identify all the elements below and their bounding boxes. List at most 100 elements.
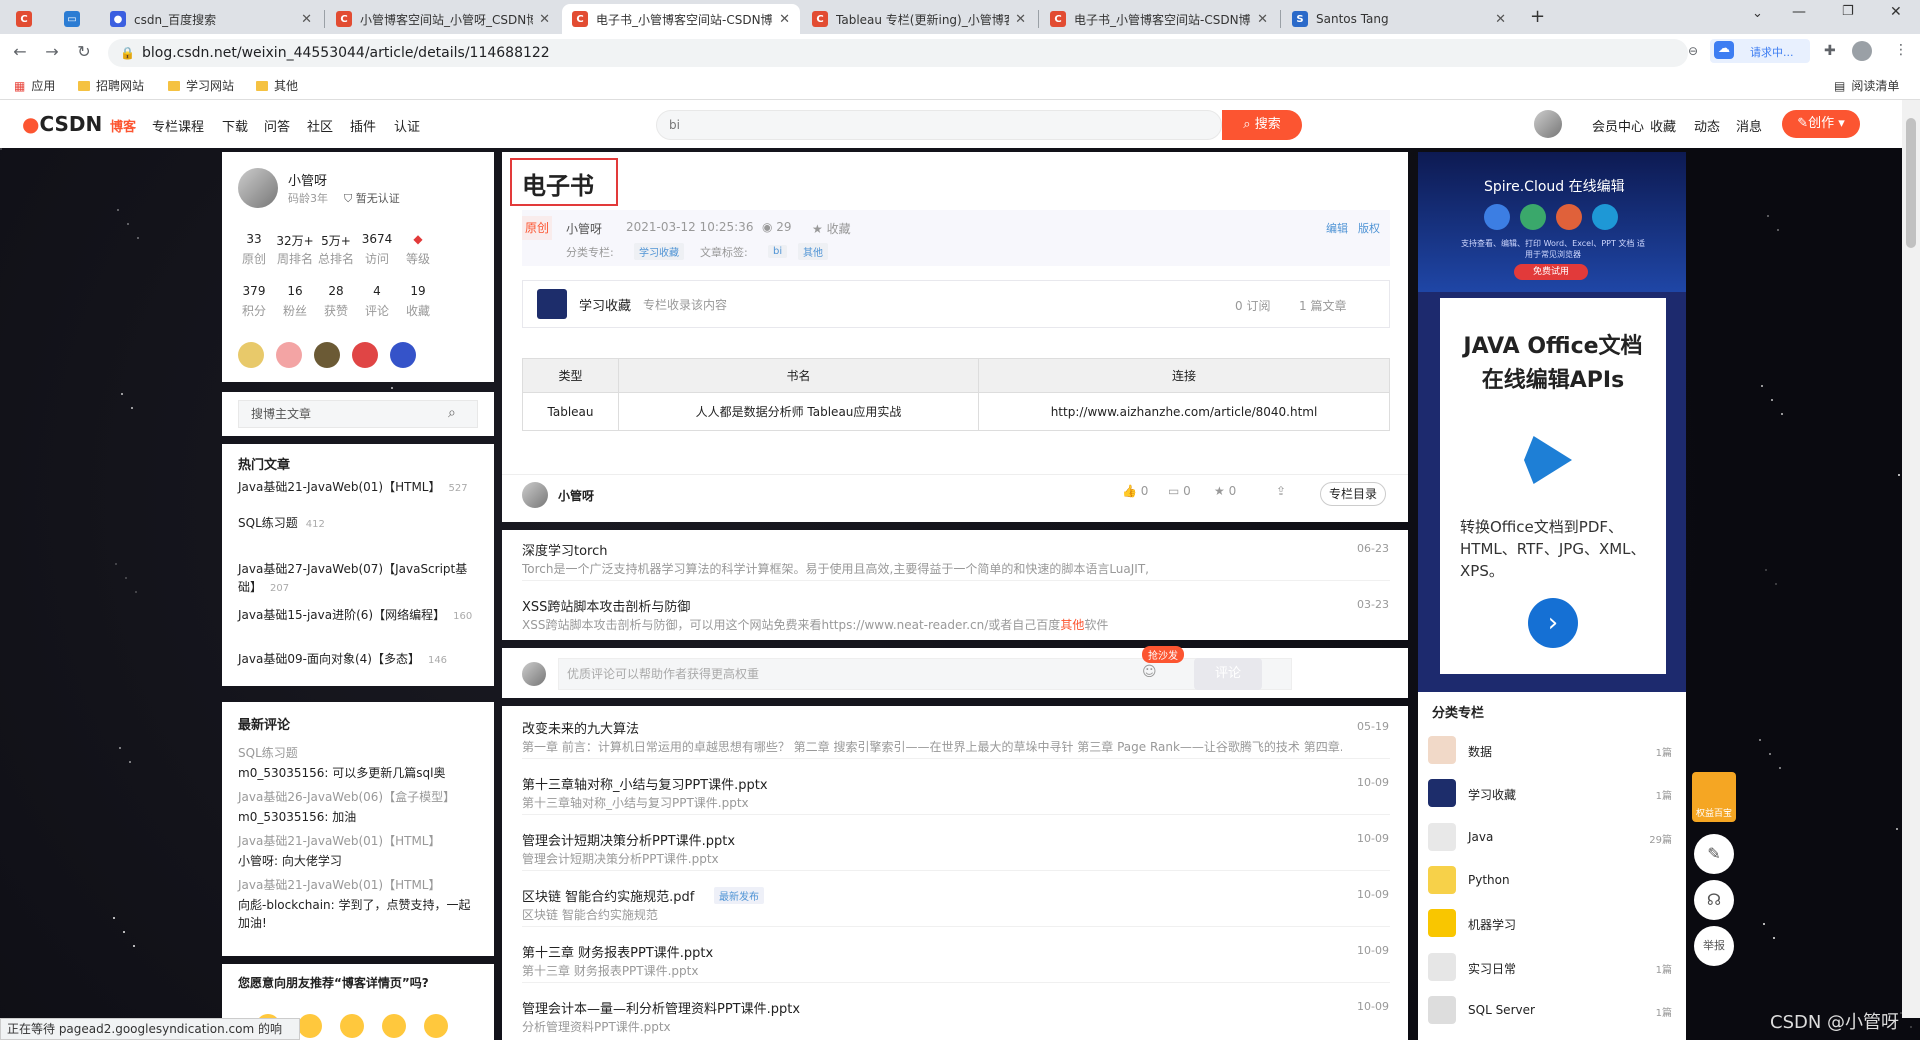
category-item[interactable]: Java 29篇 — [1428, 822, 1672, 853]
create-button[interactable]: ✎创作 ▾ — [1782, 110, 1860, 138]
close-icon[interactable]: ✕ — [1015, 12, 1026, 27]
column-box[interactable]: 学习收藏 专栏收录该内容 0 订阅 1 篇文章 — [522, 280, 1390, 328]
related-title[interactable]: 管理会计短期决策分析PPT课件.pptx — [522, 830, 735, 849]
extension-badge[interactable]: ☁ 请求中... — [1710, 39, 1810, 63]
tab-csdn-pinned[interactable]: C — [6, 4, 50, 34]
close-icon[interactable]: ✕ — [539, 12, 550, 27]
stat-value[interactable]: 19 — [398, 284, 438, 298]
list-item[interactable]: Java基础21-JavaWeb(01)【HTML】 527 — [238, 478, 478, 498]
related-title[interactable]: 深度学习torch — [522, 540, 608, 559]
emoji-icon[interactable]: ☺ — [1142, 664, 1157, 680]
profile-avatar[interactable] — [1852, 41, 1872, 61]
category-item[interactable]: Python — [1428, 865, 1672, 896]
category-item[interactable]: 实习日常 1篇 — [1428, 952, 1672, 983]
related-title[interactable]: 第十三章轴对称_小结与复习PPT课件.pptx — [522, 774, 768, 793]
comment-article[interactable]: Java基础26-JavaWeb(06)【盒子模型】 — [238, 788, 478, 805]
category-item[interactable]: 机器学习 — [1428, 909, 1672, 939]
headset-icon[interactable]: ☊ — [1694, 880, 1734, 920]
level-icon[interactable]: ◆ — [398, 232, 438, 246]
face-icon[interactable] — [382, 1014, 406, 1038]
related-title[interactable]: 管理会计本—量—利分析管理资料PPT课件.pptx — [522, 998, 800, 1017]
list-item[interactable]: Java基础15-java进阶(6)【网络编程】 160 — [238, 606, 478, 626]
minimize-button[interactable]: — — [1792, 4, 1806, 20]
tag-bi[interactable]: bi — [768, 243, 788, 258]
stat-value[interactable]: 28 — [316, 284, 356, 298]
bookmark-other[interactable]: 其他 — [256, 77, 298, 94]
face-icon[interactable] — [340, 1014, 364, 1038]
menu-blog[interactable]: 博客 — [110, 116, 136, 135]
address-bar[interactable]: 🔒 blog.csdn.net/weixin_44553044/article/d… — [108, 39, 1688, 67]
menu-course[interactable]: 专栏课程 — [152, 116, 204, 135]
menu-favorites[interactable]: 收藏 — [1650, 116, 1676, 135]
user-avatar[interactable] — [1534, 110, 1562, 138]
scrollbar[interactable] — [1902, 100, 1920, 1018]
author-name[interactable]: 小管呀 — [288, 170, 327, 189]
close-icon[interactable]: ✕ — [1495, 12, 1506, 27]
badge-icon[interactable] — [352, 342, 378, 368]
list-item[interactable]: Java基础27-JavaWeb(07)【JavaScript基础】 207 — [238, 560, 478, 598]
scrollbar-thumb[interactable] — [1906, 118, 1916, 248]
new-tab-button[interactable]: + — [1530, 6, 1545, 27]
blog-search-input[interactable]: 搜博主文章 — [238, 400, 478, 428]
badge-icon[interactable] — [390, 342, 416, 368]
menu-qa[interactable]: 问答 — [264, 116, 290, 135]
tab-ebook-active[interactable]: C 电子书_小管博客空间站-CSDN博 ✕ — [562, 4, 800, 34]
zoom-icon[interactable]: ⊖ — [1688, 44, 1698, 58]
share-icon[interactable]: ⇪ — [1276, 484, 1286, 498]
related-title[interactable]: 区块链 智能合约实施规范.pdf — [522, 886, 694, 905]
comment-button[interactable]: ▭ 0 — [1168, 484, 1191, 498]
footer-avatar[interactable] — [522, 482, 548, 508]
close-icon[interactable]: ✕ — [1257, 12, 1268, 27]
menu-activity[interactable]: 动态 — [1694, 116, 1720, 135]
ad-try-button[interactable]: 免费试用 — [1514, 264, 1588, 280]
comment-article[interactable]: SQL练习题 — [238, 744, 478, 761]
comment-article[interactable]: Java基础21-JavaWeb(01)【HTML】 — [238, 876, 478, 893]
list-item[interactable]: Java基础09-面向对象(4)【多态】 146 — [238, 650, 478, 670]
arrow-right-icon[interactable]: › — [1528, 598, 1578, 648]
stat-value[interactable]: 4 — [357, 284, 397, 298]
menu-vip[interactable]: 会员中心 — [1592, 116, 1644, 135]
related-title[interactable]: 改变未来的九大算法 — [522, 718, 639, 737]
copyright-link[interactable]: 版权 — [1358, 220, 1380, 236]
face-icon[interactable] — [298, 1014, 322, 1038]
menu-cert[interactable]: 认证 — [394, 116, 420, 135]
reading-list[interactable]: ▤ 阅读清单 — [1834, 77, 1899, 94]
like-button[interactable]: 👍 0 — [1122, 484, 1148, 498]
stat-value[interactable]: 32万+ — [275, 232, 315, 249]
bookmark-jobs[interactable]: 招聘网站 — [78, 77, 144, 94]
stat-value[interactable]: 379 — [234, 284, 274, 298]
stat-value[interactable]: 33 — [234, 232, 274, 246]
menu-community[interactable]: 社区 — [307, 116, 333, 135]
footer-author[interactable]: 小管呀 — [558, 487, 594, 504]
collect-link[interactable]: ★ 收藏 — [812, 220, 851, 237]
tag-other[interactable]: 其他 — [798, 243, 828, 260]
tab-search-icon[interactable]: ⌄ — [1752, 6, 1763, 21]
menu-download[interactable]: 下载 — [222, 116, 248, 135]
badge-icon[interactable] — [314, 342, 340, 368]
badge-icon[interactable] — [276, 342, 302, 368]
tab-tableau[interactable]: C Tableau 专栏(更新ing)_小管博客 ✕ — [802, 4, 1036, 34]
edit-icon[interactable]: ✎ — [1694, 834, 1734, 874]
restore-button[interactable]: ❐ — [1842, 4, 1854, 19]
gift-box-button[interactable]: 权益百宝 — [1692, 772, 1736, 822]
puzzle-icon[interactable]: ✚ — [1824, 43, 1836, 59]
comment-article[interactable]: Java基础21-JavaWeb(01)【HTML】 — [238, 832, 478, 849]
tab-pinned-2[interactable]: ▭ — [54, 4, 98, 34]
badge-icon[interactable] — [238, 342, 264, 368]
stat-value[interactable]: 5万+ — [316, 232, 356, 249]
ad-banner[interactable]: Spire.Cloud 在线编辑 支持查看、编辑、打印 Word、Excel、P… — [1418, 152, 1686, 692]
table-cell-link[interactable]: http://www.aizhanzhe.com/article/8040.ht… — [978, 392, 1390, 431]
related-title[interactable]: XSS跨站脚本攻击剖析与防御 — [522, 596, 690, 615]
search-icon[interactable]: ⌕ — [448, 405, 456, 421]
category-item[interactable]: 学习收藏 1篇 — [1428, 779, 1672, 809]
csdn-logo[interactable]: ●CSDN — [22, 112, 102, 136]
edit-link[interactable]: 编辑 — [1326, 220, 1348, 236]
author-avatar[interactable] — [238, 168, 278, 208]
tab-baidu[interactable]: ● csdn_百度搜索 ✕ — [100, 4, 322, 34]
menu-messages[interactable]: 消息 — [1736, 116, 1762, 135]
bookmark-study[interactable]: 学习网站 — [168, 77, 234, 94]
comment-input[interactable]: 优质评论可以帮助作者获得更高权重 — [558, 658, 1292, 690]
site-search-input[interactable]: bi — [656, 110, 1222, 140]
category-tag[interactable]: 学习收藏 — [634, 243, 684, 260]
close-icon[interactable]: ✕ — [301, 12, 312, 27]
